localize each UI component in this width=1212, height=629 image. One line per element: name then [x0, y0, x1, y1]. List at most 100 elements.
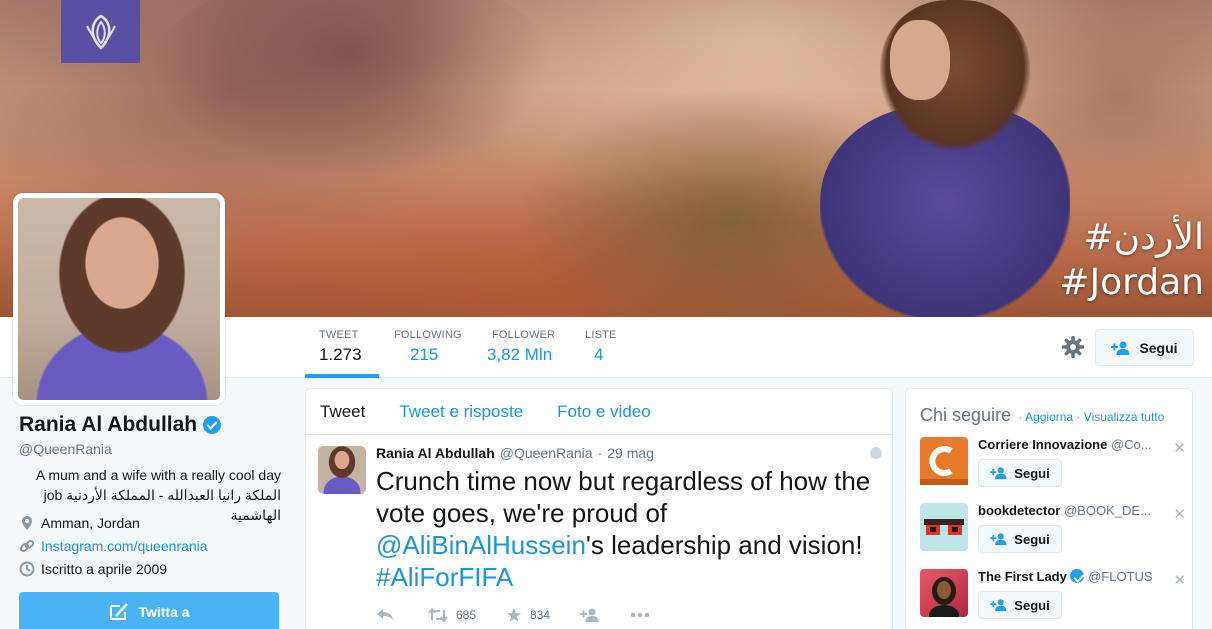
stat-following-label: FOLLOWING: [394, 329, 462, 341]
compose-icon: [110, 603, 129, 620]
suggestion-handle[interactable]: @BOOK_DE...: [1064, 503, 1151, 518]
follow-author-action[interactable]: [580, 607, 600, 623]
tweet-text: Crunch time now but regardless of how th…: [376, 465, 880, 593]
verified-icon: [203, 416, 222, 434]
view-all-link[interactable]: Visualizza tutto: [1084, 410, 1165, 424]
suggestion-item: The First Lady @FLOTUS ✕ Segui: [920, 569, 1186, 629]
follow-button-label: Segui: [1014, 465, 1050, 481]
timeline: Tweet Tweet e risposte Foto e video Rani…: [305, 388, 893, 629]
follow-button-label: Segui: [1014, 531, 1050, 547]
stat-following-value: 215: [410, 345, 439, 364]
follow-button[interactable]: Segui: [978, 591, 1062, 619]
tweet-mention-link[interactable]: @AliBinAlHussein: [376, 530, 586, 560]
tweet-item[interactable]: Rania Al Abdullah @QueenRania · 29 mag C…: [306, 435, 892, 623]
dismiss-icon[interactable]: ✕: [1173, 571, 1186, 589]
profile-name: Rania Al Abdullah: [19, 413, 222, 437]
profile-location: Amman, Jordan: [19, 515, 140, 531]
tab-tweets-replies[interactable]: Tweet e risposte: [399, 402, 523, 422]
suggestion-avatar[interactable]: [920, 569, 968, 625]
banner-hashtag-text: #الأردن #Jordan: [1059, 215, 1204, 305]
retweet-action[interactable]: 685: [428, 608, 476, 622]
gear-icon[interactable]: [1061, 335, 1085, 359]
suggestion-info: The First Lady @FLOTUS: [978, 569, 1168, 584]
profile-link-text[interactable]: Instagram.com/queenrania: [41, 538, 208, 554]
wtf-sep2: ·: [1076, 410, 1081, 424]
add-user-icon: [1111, 341, 1130, 355]
stat-tweets[interactable]: TWEET 1.273: [305, 317, 379, 378]
tweet-separator: ·: [597, 445, 603, 461]
tweet-header: Rania Al Abdullah @QueenRania · 29 mag: [376, 445, 880, 461]
more-action[interactable]: [630, 612, 650, 618]
tweet-author-name[interactable]: Rania Al Abdullah: [376, 445, 495, 461]
stat-tweets-label: TWEET: [319, 329, 359, 341]
reply-icon: [377, 609, 393, 620]
suggestion-info: bookdetector @BOOK_DE...: [978, 503, 1168, 518]
add-user-icon: [990, 599, 1007, 612]
profile-avatar[interactable]: [13, 193, 225, 405]
dismiss-icon[interactable]: ✕: [1173, 439, 1186, 457]
banner-person-face: [890, 20, 950, 100]
profile-joined: Iscritto a aprile 2009: [19, 561, 167, 577]
add-user-icon: [580, 608, 599, 622]
profile-joined-text: Iscritto a aprile 2009: [41, 561, 168, 577]
tweet-options-icon[interactable]: [870, 447, 882, 459]
follow-button[interactable]: Segui: [1095, 329, 1194, 366]
suggestion-handle[interactable]: @Co...: [1111, 437, 1152, 452]
follow-button[interactable]: Segui: [978, 525, 1062, 553]
like-action[interactable]: 834: [506, 607, 550, 623]
tweet-hashtag-link[interactable]: #AliForFIFA: [376, 562, 513, 592]
verified-icon: [1070, 569, 1085, 583]
retweet-count: 685: [456, 608, 477, 622]
profile-location-text: Amman, Jordan: [41, 515, 140, 531]
profile-link[interactable]: Instagram.com/queenrania: [19, 538, 208, 554]
suggestion-name[interactable]: The First Lady: [978, 569, 1067, 584]
stat-following[interactable]: FOLLOWING 215: [394, 317, 474, 378]
profile-bio-line1: A mum and a wife with a really cool day: [35, 467, 281, 483]
suggestion-handle[interactable]: @FLOTUS: [1088, 569, 1152, 584]
stat-lists-value: 4: [594, 345, 604, 364]
stat-followers-value: 3,82 Mln: [487, 345, 553, 364]
banner-rock-left: [150, 0, 550, 180]
suggestion-name[interactable]: Corriere Innovazione: [978, 437, 1107, 452]
who-to-follow-title: Chi seguire: [920, 405, 1012, 425]
reply-action[interactable]: [376, 608, 394, 622]
tweet-date[interactable]: 29 mag: [607, 445, 654, 461]
tab-photos-videos[interactable]: Foto e video: [557, 402, 651, 422]
add-user-icon: [990, 533, 1007, 546]
suggestion-avatar[interactable]: [920, 503, 968, 551]
tab-tweets[interactable]: Tweet: [320, 402, 365, 422]
tweet-text-plain: Crunch time now but regardless of how th…: [376, 466, 871, 528]
tweet-to-label: Twitta a: [138, 604, 190, 620]
banner-hashtag-latin: #Jordan: [1059, 262, 1204, 303]
stat-lists[interactable]: LISTE 4: [585, 317, 625, 378]
dismiss-icon[interactable]: ✕: [1173, 505, 1186, 523]
more-dots-icon: [630, 612, 650, 618]
tweet-actions: 685 834: [376, 607, 880, 623]
stat-lists-label: LISTE: [585, 329, 617, 341]
who-to-follow: Chi seguire · Aggiorna · Visualizza tutt…: [905, 388, 1193, 629]
refresh-link[interactable]: Aggiorna: [1025, 410, 1073, 424]
suggestion-avatar[interactable]: [920, 437, 968, 485]
royal-logo-icon: [61, 0, 140, 63]
location-pin-icon: [22, 516, 32, 530]
profile-handle[interactable]: @QueenRania: [19, 441, 112, 457]
stat-followers[interactable]: FOLLOWER 3,82 Mln: [487, 317, 567, 378]
profile-name-text: Rania Al Abdullah: [19, 413, 198, 436]
who-to-follow-header: Chi seguire · Aggiorna · Visualizza tutt…: [920, 405, 1164, 426]
tweet-avatar[interactable]: [318, 446, 366, 494]
tweet-text-after: 's leadership and vision!: [585, 530, 863, 560]
suggestion-info: Corriere Innovazione @Co...: [978, 437, 1168, 452]
calendar-icon: [19, 561, 35, 577]
suggestion-name[interactable]: bookdetector: [978, 503, 1060, 518]
suggestion-item: bookdetector @BOOK_DE... ✕ Segui: [920, 503, 1186, 563]
timeline-tabs: Tweet Tweet e risposte Foto e video: [306, 389, 892, 435]
add-user-icon: [990, 467, 1007, 480]
tweet-to-button[interactable]: Twitta a: [19, 592, 279, 629]
tweet-author-handle[interactable]: @QueenRania: [500, 445, 593, 461]
wtf-sep1: ·: [1018, 410, 1023, 424]
follow-button[interactable]: Segui: [978, 459, 1062, 487]
like-count: 834: [530, 608, 551, 622]
follow-button-label: Segui: [1014, 597, 1050, 613]
stat-tweets-value: 1.273: [319, 345, 362, 364]
suggestion-item: Corriere Innovazione @Co... ✕ Segui: [920, 437, 1186, 497]
